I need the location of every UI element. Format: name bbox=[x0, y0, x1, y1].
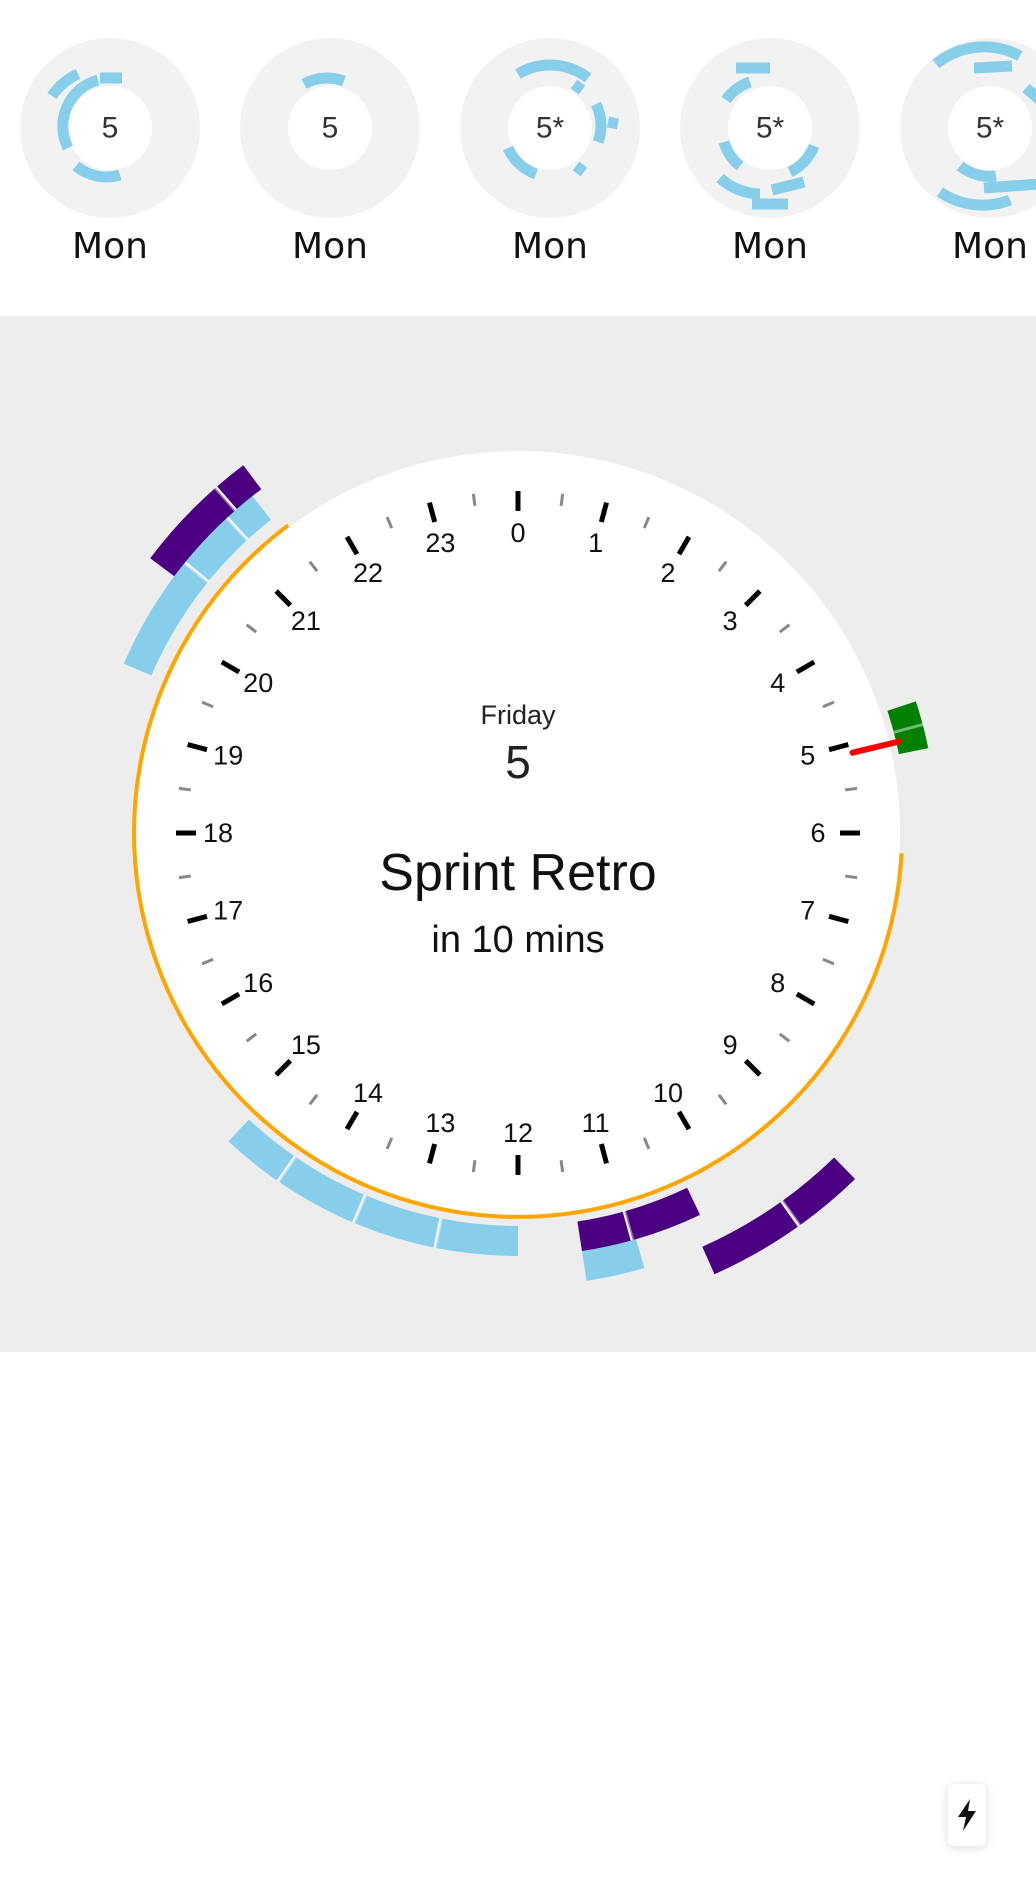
hour-label: 3 bbox=[723, 606, 738, 636]
tick bbox=[559, 493, 565, 507]
event-arc bbox=[354, 1195, 440, 1248]
day-badge: 5* bbox=[536, 112, 565, 145]
hour-label: 17 bbox=[213, 896, 243, 926]
hour-label: 18 bbox=[203, 818, 233, 848]
hour-label: 15 bbox=[291, 1030, 321, 1060]
day-ring-icon: 5* bbox=[460, 38, 640, 218]
hour-label: 22 bbox=[353, 558, 383, 588]
day-label: Mon bbox=[952, 226, 1028, 267]
day-label: Mon bbox=[512, 226, 588, 267]
day-label: Mon bbox=[732, 226, 808, 267]
event-arc bbox=[782, 1157, 856, 1226]
hour-label: 12 bbox=[503, 1118, 533, 1148]
hour-label: 13 bbox=[425, 1108, 455, 1138]
event-arc bbox=[577, 1211, 631, 1252]
hour-label: 7 bbox=[800, 896, 815, 926]
quick-action-button[interactable] bbox=[948, 1784, 986, 1846]
tick bbox=[178, 874, 192, 880]
hour-label: 21 bbox=[291, 606, 321, 636]
hour-label: 5 bbox=[800, 740, 815, 770]
hour-label: 11 bbox=[582, 1108, 610, 1138]
day-ring-icon: 5 bbox=[240, 38, 420, 218]
clock-face bbox=[136, 451, 900, 1215]
hour-label: 2 bbox=[660, 558, 675, 588]
event-arc bbox=[228, 1119, 294, 1181]
event-arc bbox=[435, 1218, 519, 1257]
hour-label: 4 bbox=[770, 668, 785, 698]
hour-label: 10 bbox=[653, 1078, 683, 1108]
day-thumbnail-1[interactable]: 5 Mon bbox=[20, 38, 200, 278]
day-label: Mon bbox=[292, 226, 368, 267]
day-thumbnail-strip[interactable]: 5 Mon 5 Mon 5* Mon 5* Mon 5* Mon bbox=[0, 0, 1036, 316]
next-event-title[interactable]: Sprint Retro bbox=[379, 844, 656, 902]
day-label: Mon bbox=[72, 226, 148, 267]
day-badge: 5* bbox=[756, 112, 785, 145]
event-arc bbox=[702, 1202, 798, 1275]
day-ring-icon: 5* bbox=[680, 38, 860, 218]
event-arc bbox=[581, 1239, 645, 1281]
hour-label: 16 bbox=[243, 968, 273, 998]
day-thumbnail-2[interactable]: 5 Mon bbox=[240, 38, 420, 278]
day-clock[interactable]: 0 1234567891011121314151617181920212223 F… bbox=[0, 316, 1036, 1352]
tick bbox=[178, 786, 192, 792]
event-arc bbox=[624, 1187, 701, 1241]
clock-panel: 0 1 2 3 4 5 6 7 8 9 10 11 12 13 14 15 16 17 18 19 20 21 22 23 F… bbox=[0, 316, 1036, 1352]
day-badge: 5 bbox=[322, 112, 339, 145]
tick bbox=[471, 1159, 477, 1173]
event-arc bbox=[217, 465, 262, 510]
event-arc bbox=[228, 496, 272, 539]
day-badge: 5 bbox=[102, 112, 119, 145]
hour-label: 1 bbox=[588, 528, 603, 558]
day-name: Friday bbox=[480, 700, 556, 730]
day-ring-icon: 5* bbox=[900, 38, 1036, 218]
day-number: 5 bbox=[505, 736, 531, 788]
hour-label: 19 bbox=[213, 740, 243, 770]
hour-label: 0 bbox=[510, 518, 525, 548]
day-thumbnail-5[interactable]: 5* Mon bbox=[900, 38, 1036, 278]
tick bbox=[844, 874, 858, 880]
day-thumbnail-3[interactable]: 5* Mon bbox=[460, 38, 640, 278]
lightning-icon bbox=[958, 1799, 976, 1831]
hour-label: 14 bbox=[353, 1078, 383, 1108]
hour-label: 9 bbox=[723, 1030, 738, 1060]
tick bbox=[559, 1159, 565, 1173]
hour-label: 8 bbox=[770, 968, 785, 998]
day-ring-icon: 5 bbox=[20, 38, 200, 218]
tick bbox=[844, 786, 858, 792]
hour-label: 23 bbox=[425, 528, 455, 558]
next-event-countdown: in 10 mins bbox=[431, 919, 604, 961]
day-badge: 5* bbox=[976, 112, 1005, 145]
day-thumbnail-4[interactable]: 5* Mon bbox=[680, 38, 860, 278]
hour-label: 6 bbox=[810, 818, 825, 848]
hour-label: 20 bbox=[243, 668, 273, 698]
tick bbox=[471, 493, 477, 507]
